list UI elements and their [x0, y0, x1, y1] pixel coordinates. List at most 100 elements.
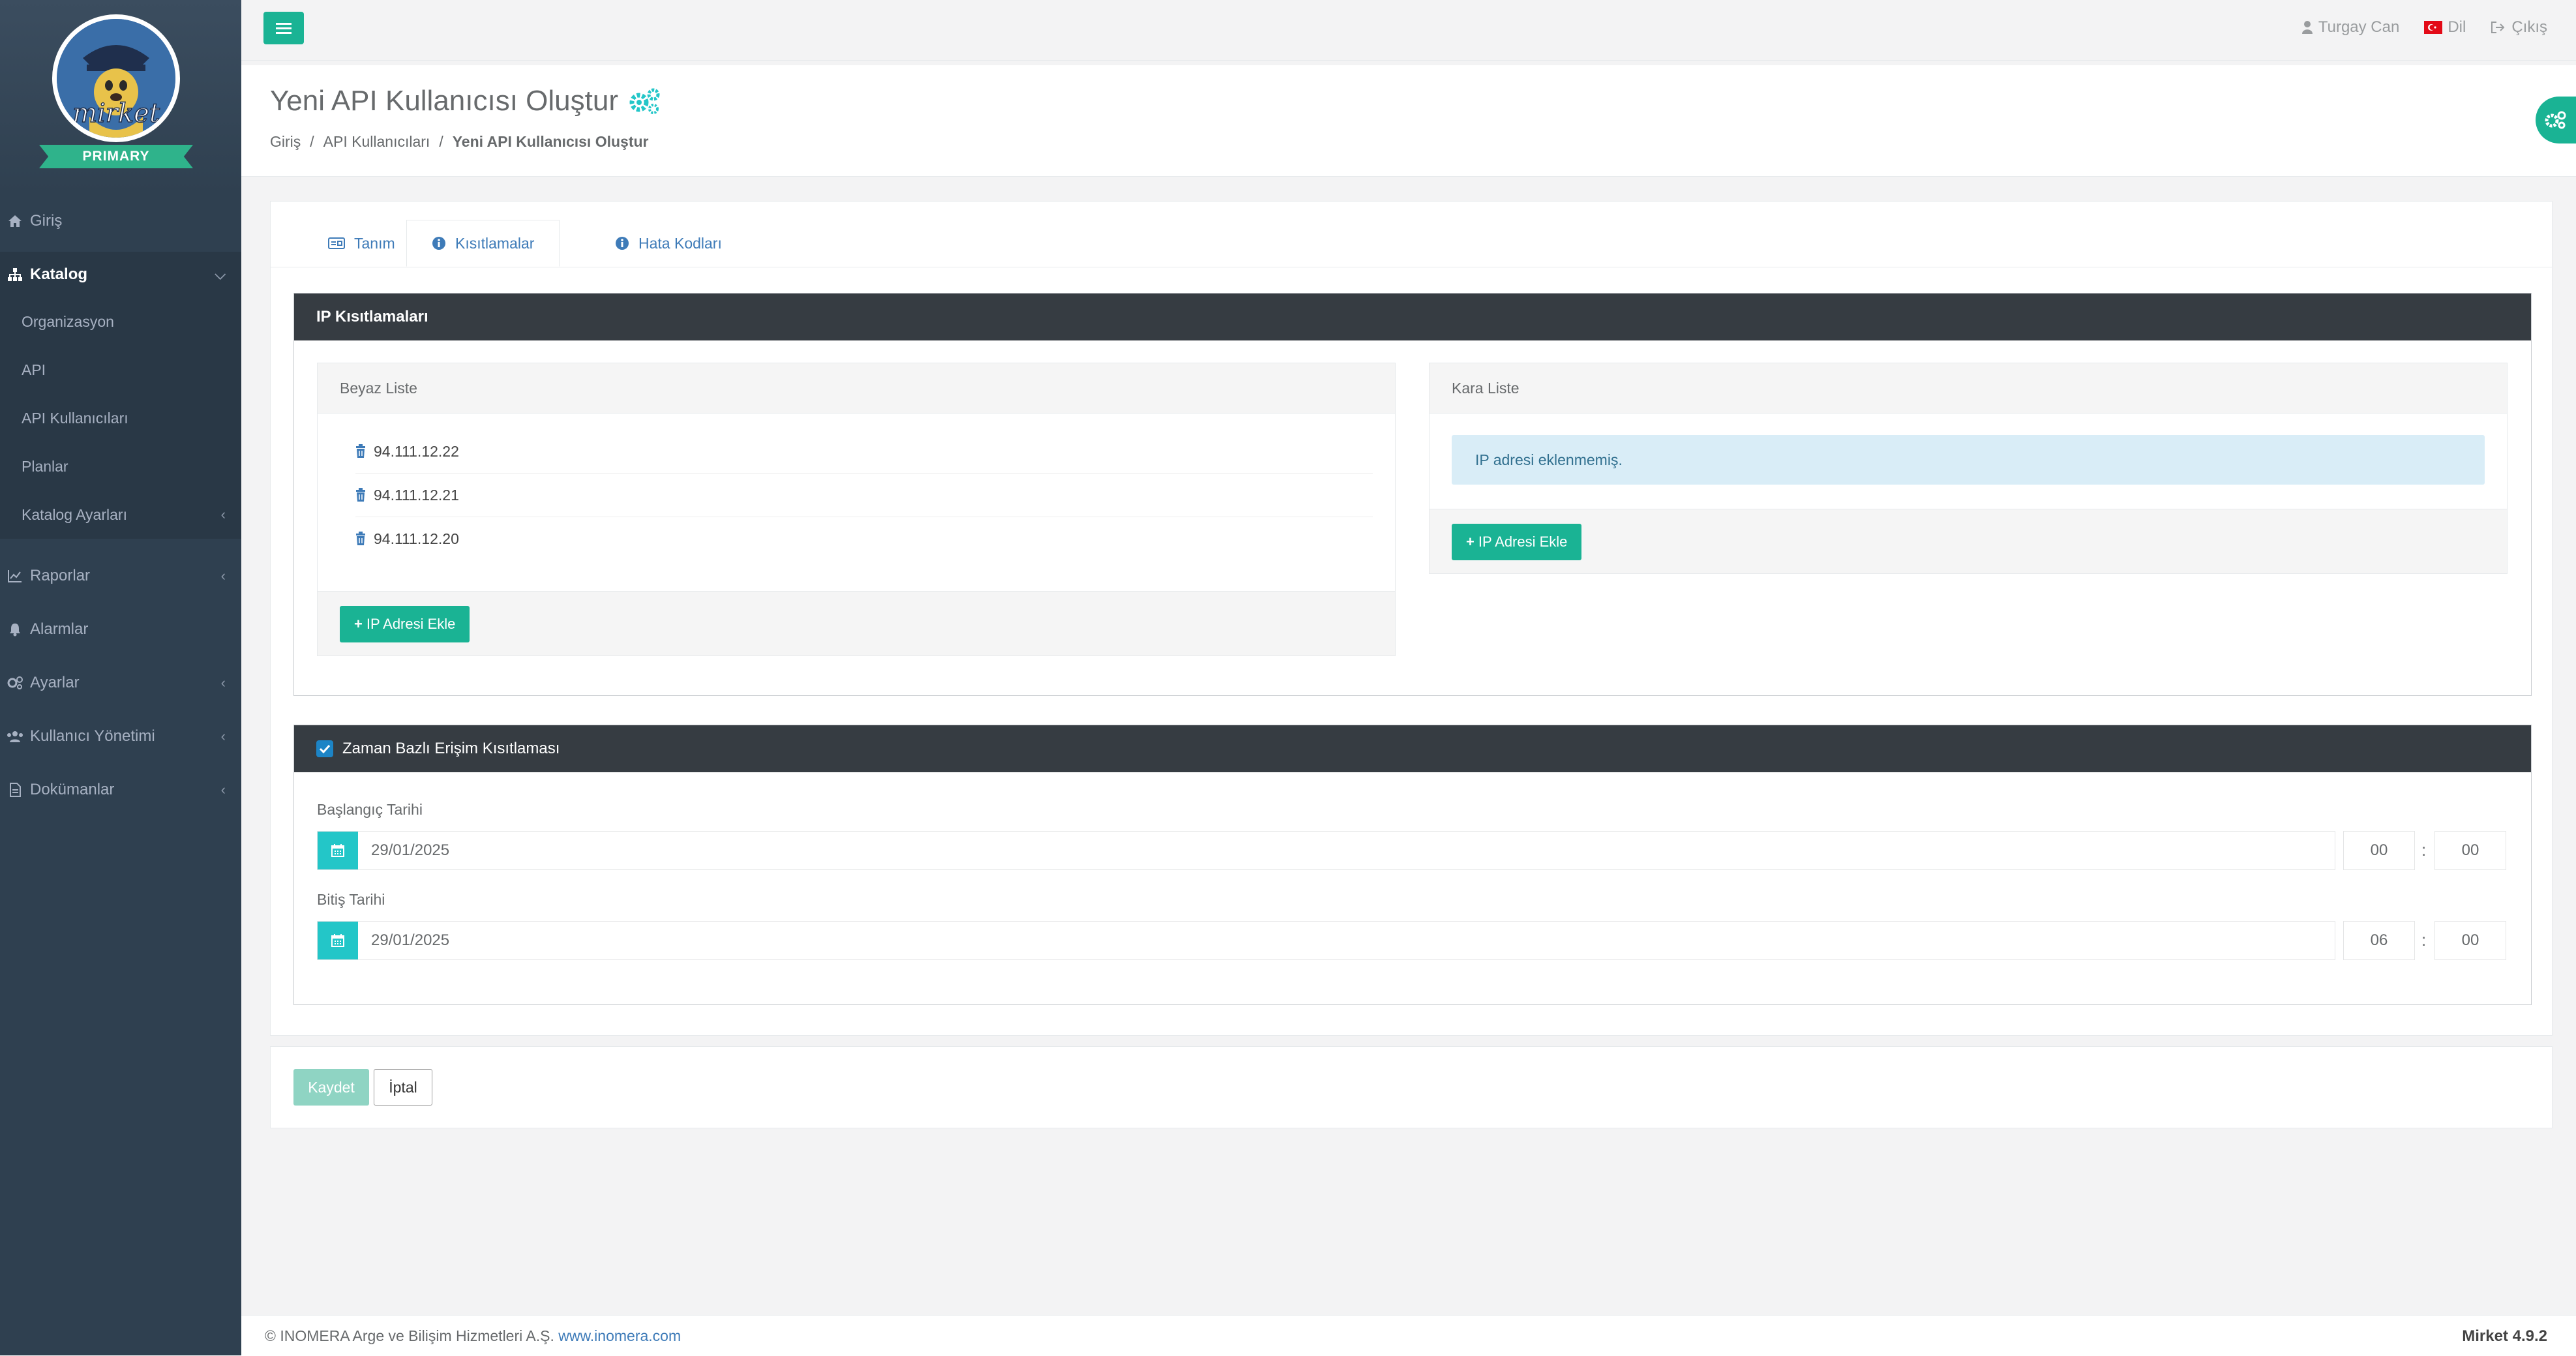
blacklist-add-ip-button[interactable]: + IP Adresi Ekle: [1452, 524, 1582, 560]
info-circle-icon: [616, 237, 629, 250]
version-text: Mirket 4.9.2: [2462, 1327, 2547, 1345]
gears-icon: [4, 676, 26, 690]
breadcrumb-item-api-kullanicilari[interactable]: API Kullanıcıları: [323, 133, 430, 150]
save-button[interactable]: Kaydet: [293, 1069, 369, 1106]
home-icon: [4, 215, 26, 228]
bell-icon: [4, 622, 26, 637]
sidebar-item-planlar[interactable]: Planlar: [0, 442, 241, 490]
svg-text:mirket: mirket: [72, 98, 160, 128]
ip-address: 94.111.12.20: [374, 530, 459, 547]
tab-hata-kodlari[interactable]: Hata Kodları: [590, 220, 747, 267]
sidebar-item-kullanici-yonetimi[interactable]: Kullanıcı Yönetimi ‹: [0, 714, 241, 759]
start-hour-field[interactable]: 00: [2343, 831, 2415, 870]
ip-address: 94.111.12.22: [374, 442, 459, 460]
blacklist-panel: Kara Liste IP adresi eklenmemiş. + IP Ad…: [1429, 363, 2508, 574]
logout-link[interactable]: Çıkış: [2491, 18, 2547, 37]
calendar-icon[interactable]: [318, 832, 358, 869]
copyright-text: © INOMERA Arge ve Bilişim Hizmetleri A.Ş…: [265, 1327, 554, 1344]
tab-label: Kısıtlamalar: [455, 234, 535, 252]
ip-restrictions-panel: IP Kısıtlamaları Beyaz Liste 94.111.12.2…: [293, 293, 2532, 696]
user-icon: [2301, 21, 2313, 34]
sidebar-item-label: Raporlar: [30, 567, 91, 584]
panel-title: IP Kısıtlamaları: [294, 294, 2531, 340]
user-menu[interactable]: Turgay Can: [2301, 18, 2400, 37]
mirket-logo[interactable]: mirket: [52, 14, 180, 142]
whitelist-title: Beyaz Liste: [318, 363, 1395, 414]
start-date-value: 29/01/2025: [371, 841, 450, 859]
time-restriction-checkbox[interactable]: [316, 740, 333, 757]
gears-icon: [629, 88, 660, 114]
empty-ip-alert: IP adresi eklenmemiş.: [1452, 435, 2485, 485]
button-label: IP Adresi Ekle: [366, 616, 456, 632]
logout-label: Çıkış: [2511, 18, 2547, 36]
chevron-left-icon: ‹: [220, 506, 226, 522]
tab-kisitlamalar[interactable]: Kısıtlamalar: [406, 220, 560, 267]
start-date-field[interactable]: 29/01/2025: [317, 831, 2335, 870]
tab-label: Tanım: [354, 234, 395, 252]
form-actions: Kaydet İptal: [270, 1046, 2553, 1128]
plus-icon: +: [1466, 534, 1475, 550]
start-date-label: Başlangıç Tarihi: [317, 801, 423, 818]
user-name: Turgay Can: [2318, 18, 2400, 36]
trash-icon[interactable]: [355, 532, 366, 546]
time-restriction-panel: Zaman Bazlı Erişim Kısıtlaması Başlangıç…: [293, 725, 2532, 1005]
turkey-flag-icon: [2424, 21, 2443, 34]
company-link[interactable]: www.inomera.com: [558, 1327, 681, 1344]
sidebar-item-label: API: [22, 361, 46, 378]
end-date-field[interactable]: 29/01/2025: [317, 921, 2335, 960]
settings-toggle-button[interactable]: [2536, 97, 2576, 143]
sitemap-icon: [4, 267, 26, 282]
topbar: Turgay Can Dil Çıkış: [241, 0, 2576, 61]
sidebar-item-organizasyon[interactable]: Organizasyon: [0, 297, 241, 346]
time-restriction-header: Zaman Bazlı Erişim Kısıtlaması: [294, 725, 2531, 772]
menu-toggle-button[interactable]: [263, 12, 304, 44]
button-label: IP Adresi Ekle: [1478, 534, 1568, 550]
sidebar-item-ayarlar[interactable]: Ayarlar ‹: [0, 660, 241, 706]
list-item: 94.111.12.22: [355, 430, 1373, 474]
calendar-icon[interactable]: [318, 922, 358, 959]
check-icon: [319, 744, 331, 753]
panel-title: Zaman Bazlı Erişim Kısıtlaması: [342, 740, 560, 757]
tab-tanim[interactable]: Tanım: [303, 220, 420, 267]
sidebar-item-giris[interactable]: Giriş: [0, 198, 241, 244]
end-date-value: 29/01/2025: [371, 931, 450, 949]
end-minute-field[interactable]: 00: [2434, 921, 2506, 960]
logo-area: mirket PRIMARY: [0, 0, 241, 194]
trash-icon[interactable]: [355, 488, 366, 502]
sidebar-item-label: Organizasyon: [22, 312, 114, 330]
sidebar-item-raporlar[interactable]: Raporlar ‹: [0, 553, 241, 599]
language-label: Dil: [2448, 18, 2466, 36]
list-item: 94.111.12.20: [355, 517, 1373, 560]
sidebar-item-alarmlar[interactable]: Alarmlar: [0, 607, 241, 652]
footer: © INOMERA Arge ve Bilişim Hizmetleri A.Ş…: [241, 1315, 2576, 1356]
sidebar-item-dokumanlar[interactable]: Dokümanlar ‹: [0, 767, 241, 813]
sidebar-item-katalog[interactable]: Katalog ⌵: [0, 252, 241, 297]
sidebar-item-api[interactable]: API: [0, 346, 241, 394]
list-item: 94.111.12.21: [355, 474, 1373, 517]
sidebar-item-label: API Kullanıcıları: [22, 409, 128, 427]
whitelist-add-ip-button[interactable]: + IP Adresi Ekle: [340, 606, 470, 642]
sidebar-item-label: Dokümanlar: [30, 781, 115, 798]
end-date-label: Bitiş Tarihi: [317, 891, 385, 908]
cancel-button[interactable]: İptal: [374, 1069, 432, 1106]
trash-icon[interactable]: [355, 444, 366, 459]
gears-icon: [2545, 111, 2566, 129]
file-icon: [4, 783, 26, 797]
breadcrumb-item-giris[interactable]: Giriş: [270, 133, 301, 150]
tab-label: Hata Kodları: [638, 234, 722, 252]
language-menu[interactable]: Dil: [2424, 18, 2466, 37]
time-separator: :: [2421, 930, 2427, 950]
start-minute-field[interactable]: 00: [2434, 831, 2506, 870]
whitelist-panel: Beyaz Liste 94.111.12.22 94.111.12.21 94…: [317, 363, 1396, 656]
sidebar-item-label: Ayarlar: [30, 674, 80, 691]
sidebar: mirket PRIMARY Giriş Katalog ⌵ Organizas…: [0, 0, 241, 1355]
sidebar-item-katalog-ayarlari[interactable]: Katalog Ayarları ‹: [0, 490, 241, 539]
page-title: Yeni API Kullanıcısı Oluştur: [270, 85, 618, 117]
ip-address: 94.111.12.21: [374, 486, 459, 504]
plus-icon: +: [354, 616, 363, 632]
breadcrumb-item-current: Yeni API Kullanıcısı Oluştur: [452, 133, 649, 150]
blacklist-footer: + IP Adresi Ekle: [1430, 509, 2507, 573]
end-hour-field[interactable]: 06: [2343, 921, 2415, 960]
sidebar-item-api-kullanicilari[interactable]: API Kullanıcıları: [0, 394, 241, 442]
restrictions-card: Tanım Kısıtlamalar Hata Kodları IP Kısıt…: [270, 201, 2553, 1036]
